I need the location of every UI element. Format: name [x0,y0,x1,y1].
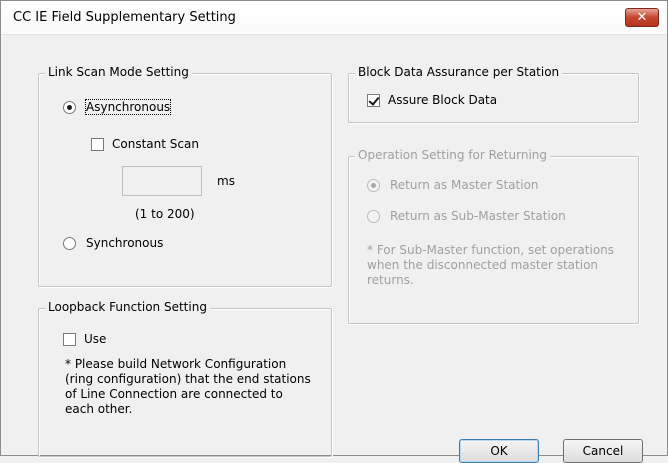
constant-scan-ms-input[interactable] [122,166,202,196]
operation-returning-group: Operation Setting for Returning Return a… [348,148,639,324]
close-icon: ✕ [636,10,648,25]
loopback-function-group-label: Loopback Function Setting [45,300,210,314]
return-as-submaster-radio-button[interactable] [367,209,380,223]
ms-unit-label: ms [217,174,235,188]
constant-scan-label: Constant Scan [112,137,199,151]
return-as-master-label: Return as Master Station [390,178,539,192]
synchronous-label: Synchronous [86,236,164,250]
return-as-master-radio-button[interactable] [367,178,380,192]
assure-block-data-label: Assure Block Data [388,93,498,107]
constant-scan-checkbox[interactable]: Constant Scan [91,137,199,151]
constant-scan-check-box[interactable] [91,137,104,151]
use-loopback-label: Use [84,332,107,346]
block-data-assurance-group: Block Data Assurance per Station Assure … [348,65,639,123]
asynchronous-radio-button[interactable] [63,100,76,114]
operation-returning-group-label: Operation Setting for Returning [355,148,551,162]
assure-block-data-check-box[interactable] [367,93,380,107]
range-hint-label: (1 to 200) [135,207,195,221]
assure-block-data-checkbox[interactable]: Assure Block Data [367,93,497,107]
return-as-submaster-radio[interactable]: Return as Sub-Master Station [367,209,566,223]
loopback-note: * Please build Network Configuration (ri… [65,357,311,416]
link-scan-mode-group: Link Scan Mode Setting Asynchronous Cons… [38,65,332,287]
cancel-button[interactable]: Cancel [563,439,643,463]
dialog-title: CC IE Field Supplementary Setting [13,10,236,25]
synchronous-radio-button[interactable] [63,236,76,250]
use-loopback-check-box[interactable] [63,332,76,346]
return-as-submaster-label: Return as Sub-Master Station [390,209,566,223]
asynchronous-label: Asynchronous [84,99,172,115]
dialog-window: CC IE Field Supplementary Setting ✕ Link… [0,0,668,463]
title-bar: CC IE Field Supplementary Setting ✕ [1,1,667,35]
return-as-master-radio[interactable]: Return as Master Station [367,178,539,192]
synchronous-radio[interactable]: Synchronous [63,236,163,250]
use-loopback-checkbox[interactable]: Use [63,332,106,346]
returning-note: * For Sub-Master function, set operation… [367,243,615,287]
block-data-assurance-group-label: Block Data Assurance per Station [355,65,563,79]
asynchronous-radio[interactable]: Asynchronous [63,99,172,115]
ok-button[interactable]: OK [459,439,539,463]
close-button[interactable]: ✕ [625,8,659,27]
loopback-function-group: Loopback Function Setting Use * Please b… [38,300,332,457]
link-scan-mode-group-label: Link Scan Mode Setting [45,65,192,79]
